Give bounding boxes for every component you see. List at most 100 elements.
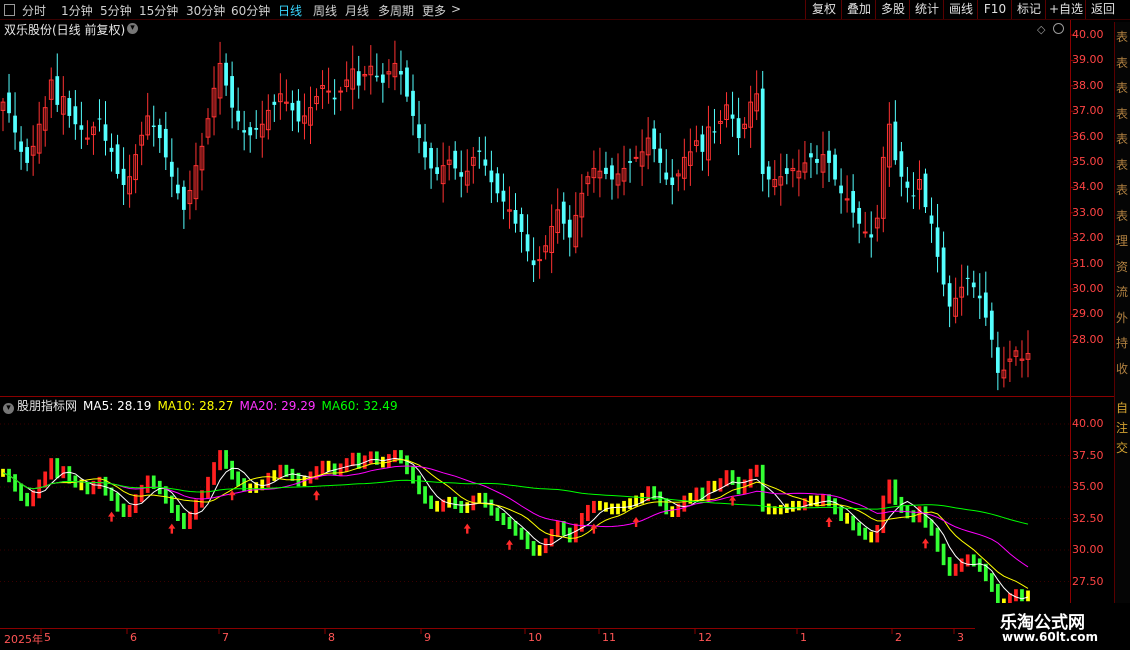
candle-body	[182, 186, 186, 210]
indicator-bar	[417, 475, 421, 495]
indicator-bar	[537, 545, 542, 556]
main-y-label: 38.00	[1072, 78, 1104, 92]
indicator-name[interactable]: 股朋指标网	[17, 399, 77, 413]
indicator-bar	[43, 471, 48, 488]
indicator-y-label: 27.50	[1072, 574, 1104, 588]
indicator-bar	[598, 500, 602, 511]
candle-body	[97, 118, 102, 120]
indicator-bar	[326, 460, 331, 472]
indicator-bar	[839, 506, 843, 521]
buy-arrow-icon	[108, 511, 116, 522]
side-strip-char: 表	[1116, 81, 1129, 95]
candle-body	[55, 76, 60, 105]
logo-line2: www.60lt.com	[1002, 630, 1099, 644]
main-y-label: 29.00	[1072, 307, 1104, 321]
x-axis-label: 9	[424, 631, 431, 644]
x-axis-label: 8	[328, 631, 335, 644]
indicator-bar	[706, 480, 711, 501]
ma60-value: MA60: 32.49	[321, 399, 398, 413]
indicator-bar	[887, 479, 892, 504]
candle-body	[453, 150, 458, 169]
candle-body	[483, 159, 488, 166]
candle-body	[839, 185, 843, 194]
main-y-label: 31.00	[1072, 256, 1104, 270]
candle-body	[664, 172, 669, 180]
indicator-bar	[218, 450, 222, 471]
candle-body	[995, 347, 1000, 373]
candle-body	[103, 124, 108, 141]
candle-body	[766, 166, 771, 180]
candle-body	[784, 168, 789, 174]
indicator-y-label: 35.00	[1072, 480, 1104, 493]
indicator-bar	[851, 515, 856, 531]
candle-body	[923, 173, 928, 208]
candle-body	[272, 101, 277, 105]
indicator-bar	[790, 500, 795, 512]
indicator-bar	[429, 495, 433, 509]
candle-body	[712, 131, 717, 133]
indicator-bar	[194, 499, 198, 520]
candle-body	[115, 144, 120, 174]
indicator-y-label: 40.00	[1072, 417, 1104, 430]
candle-body	[947, 283, 952, 307]
side-strip-char: 流	[1116, 285, 1129, 299]
main-y-label: 36.00	[1072, 129, 1104, 143]
indicator-bar	[573, 523, 578, 543]
candle-body	[290, 102, 295, 111]
indicator-bar	[754, 464, 759, 477]
indicator-bar	[610, 503, 614, 515]
indicator-bar	[121, 503, 126, 517]
side-strip-char-lower: 交	[1116, 441, 1129, 455]
indicator-bar	[447, 496, 452, 508]
indicator-bar	[278, 464, 283, 479]
main-y-label: 30.00	[1072, 282, 1104, 295]
indicator-bar	[453, 496, 458, 509]
indicator-bar	[929, 519, 934, 536]
candle-body	[561, 201, 566, 224]
side-strip-char: 理	[1116, 234, 1129, 248]
indicator-bar	[712, 480, 717, 492]
candle-body	[893, 121, 898, 161]
x-axis-label: 11	[602, 631, 616, 644]
indicator-bar	[380, 456, 385, 468]
x-axis-label: 12	[698, 631, 712, 644]
indicator-bar	[25, 492, 29, 507]
candle-body	[25, 147, 29, 163]
indicator-collapse-icon[interactable]: ▾	[3, 403, 14, 414]
side-strip-char: 表	[1116, 132, 1129, 146]
kline-chart[interactable]	[0, 0, 1130, 650]
candle-body	[380, 74, 385, 83]
candle-body	[459, 172, 464, 177]
side-strip-char: 表	[1116, 183, 1129, 197]
indicator-bar	[495, 507, 500, 521]
indicator-bar	[133, 494, 138, 513]
side-strip-char: 收	[1116, 361, 1129, 376]
candle-body	[971, 282, 976, 288]
indicator-bar	[857, 522, 862, 536]
candle-body	[911, 195, 916, 197]
indicator-bar	[230, 460, 234, 480]
indicator-bar	[724, 470, 729, 487]
side-strip-char: 表	[1116, 106, 1129, 121]
candle-body	[477, 150, 482, 152]
ma20-line	[2, 465, 1029, 568]
indicator-bar	[778, 504, 783, 515]
indicator-bar	[465, 502, 470, 513]
candle-body	[121, 168, 126, 186]
indicator-bar	[628, 498, 632, 509]
side-strip-char-lower: 自	[1116, 401, 1129, 415]
candle-body	[809, 153, 813, 158]
indicator-bar	[55, 458, 60, 479]
indicator-bar	[405, 455, 409, 475]
indicator-bar	[1026, 590, 1030, 602]
indicator-bar	[290, 468, 295, 481]
main-y-label: 33.00	[1072, 205, 1104, 219]
indicator-bar	[19, 483, 23, 501]
indicator-bar	[115, 492, 120, 512]
candle-body	[73, 106, 78, 125]
buy-arrow-icon	[505, 539, 513, 550]
buy-arrow-icon	[168, 523, 176, 534]
indicator-bar	[585, 504, 590, 521]
candle-body	[501, 190, 506, 202]
side-strip-char: 表	[1116, 208, 1129, 223]
